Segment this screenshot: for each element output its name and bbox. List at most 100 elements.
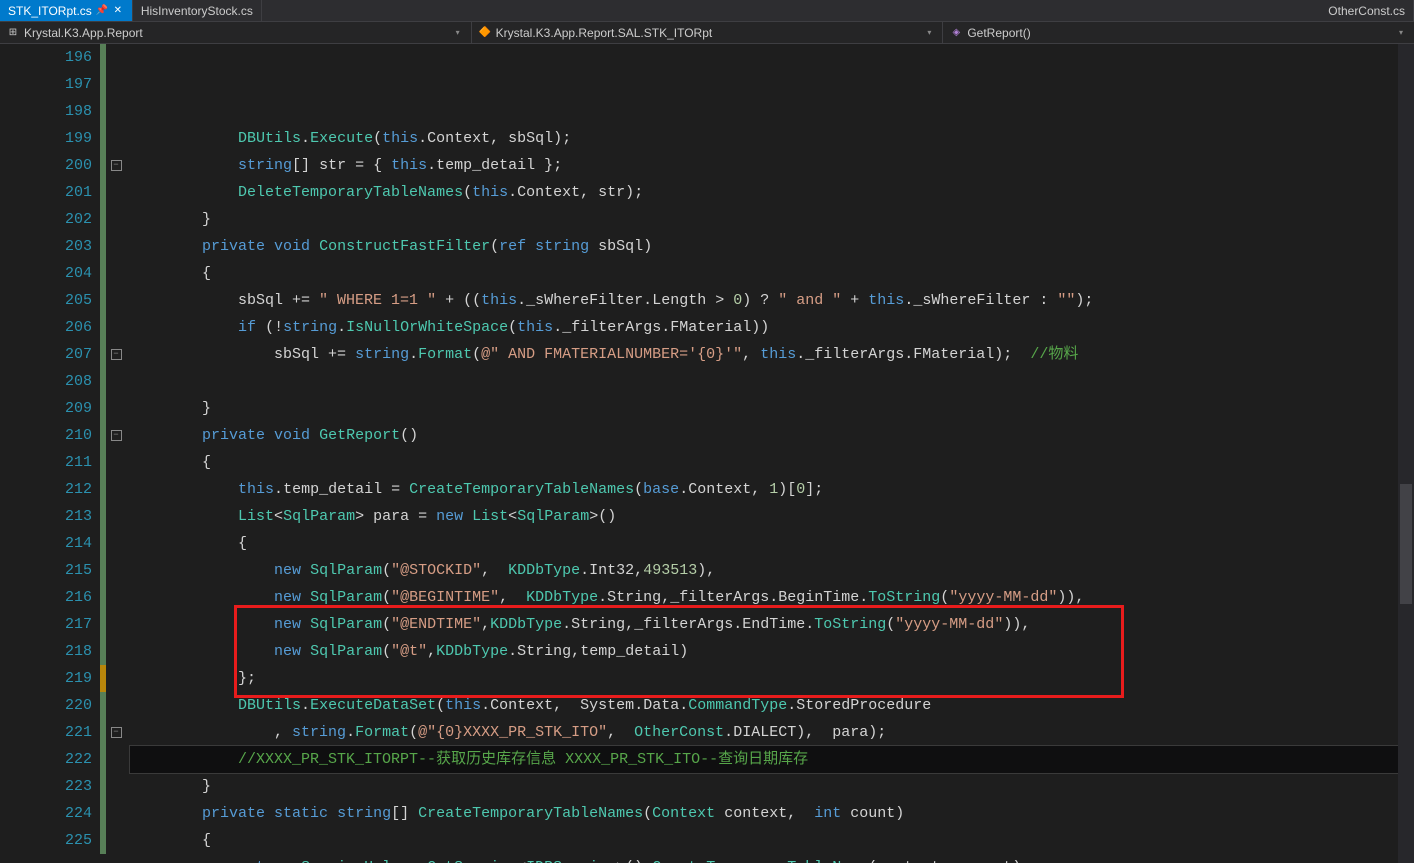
fold-toggle[interactable]: − — [111, 160, 122, 171]
scroll-thumb[interactable] — [1400, 484, 1412, 604]
code-line[interactable]: { — [130, 449, 1414, 476]
fold-cell — [106, 611, 126, 638]
fold-cell — [106, 179, 126, 206]
code-line[interactable]: private void GetReport() — [130, 422, 1414, 449]
breadcrumb-bar: ⊞ Krystal.K3.App.Report ▾ 🔶 Krystal.K3.A… — [0, 22, 1414, 44]
line-number: 199 — [0, 125, 92, 152]
fold-cell — [106, 98, 126, 125]
line-number: 198 — [0, 98, 92, 125]
code-line[interactable]: new SqlParam("@t",KDDbType.String,temp_d… — [130, 638, 1414, 665]
fold-cell — [106, 746, 126, 773]
fold-cell: − — [106, 719, 126, 746]
tab-other[interactable]: HisInventoryStock.cs — [133, 0, 262, 21]
breadcrumb-class[interactable]: 🔶 Krystal.K3.App.Report.SAL.STK_ITORpt ▾ — [472, 22, 944, 43]
line-number: 205 — [0, 287, 92, 314]
code-line[interactable]: new SqlParam("@ENDTIME",KDDbType.String,… — [130, 611, 1414, 638]
fold-cell — [106, 449, 126, 476]
line-number: 207 — [0, 341, 92, 368]
line-number: 211 — [0, 449, 92, 476]
fold-cell — [106, 530, 126, 557]
fold-toggle[interactable]: − — [111, 727, 122, 738]
code-area[interactable]: DBUtils.Execute(this.Context, sbSql); st… — [126, 44, 1414, 863]
code-line[interactable] — [130, 368, 1414, 395]
line-number: 216 — [0, 584, 92, 611]
fold-cell — [106, 233, 126, 260]
code-line[interactable]: new SqlParam("@BEGINTIME", KDDbType.Stri… — [130, 584, 1414, 611]
pin-icon[interactable]: 📌 — [96, 5, 108, 17]
line-number: 213 — [0, 503, 92, 530]
line-number: 202 — [0, 206, 92, 233]
chevron-down-icon[interactable]: ▾ — [1394, 26, 1408, 40]
code-line[interactable]: private void ConstructFastFilter(ref str… — [130, 233, 1414, 260]
code-line[interactable]: return ServiceHelper.GetService<IDBServi… — [130, 854, 1414, 863]
fold-toggle[interactable]: − — [111, 430, 122, 441]
code-line[interactable]: string[] str = { this.temp_detail }; — [130, 152, 1414, 179]
fold-cell — [106, 503, 126, 530]
fold-cell: − — [106, 341, 126, 368]
chevron-down-icon[interactable]: ▾ — [922, 26, 936, 40]
code-line[interactable]: //XXXX_PR_STK_ITORPT--获取历史库存信息 XXXX_PR_S… — [130, 746, 1414, 773]
code-line[interactable]: private static string[] CreateTemporaryT… — [130, 800, 1414, 827]
code-line[interactable]: } — [130, 773, 1414, 800]
fold-cell — [106, 584, 126, 611]
line-number: 212 — [0, 476, 92, 503]
line-number: 221 — [0, 719, 92, 746]
code-line[interactable]: DeleteTemporaryTableNames(this.Context, … — [130, 179, 1414, 206]
bc-text: GetReport() — [967, 26, 1030, 40]
fold-cell — [106, 314, 126, 341]
code-line[interactable]: { — [130, 260, 1414, 287]
breadcrumb-method[interactable]: ◈ GetReport() ▾ — [943, 22, 1414, 43]
fold-cell — [106, 692, 126, 719]
fold-cell — [106, 368, 126, 395]
breadcrumb-namespace[interactable]: ⊞ Krystal.K3.App.Report ▾ — [0, 22, 472, 43]
namespace-icon: ⊞ — [6, 26, 20, 40]
line-number: 200 — [0, 152, 92, 179]
code-line[interactable]: DBUtils.Execute(this.Context, sbSql); — [130, 125, 1414, 152]
code-line[interactable]: , string.Format(@"{0}XXXX_PR_STK_ITO", O… — [130, 719, 1414, 746]
code-line[interactable]: sbSql += string.Format(@" AND FMATERIALN… — [130, 341, 1414, 368]
fold-cell — [106, 395, 126, 422]
fold-cell — [106, 773, 126, 800]
tab-active[interactable]: STK_ITORpt.cs 📌 ✕ — [0, 0, 133, 21]
line-number-gutter: 1961971981992002012022032042052062072082… — [0, 44, 100, 863]
code-line[interactable]: { — [130, 530, 1414, 557]
code-line[interactable]: DBUtils.ExecuteDataSet(this.Context, Sys… — [130, 692, 1414, 719]
code-line[interactable]: if (!string.IsNullOrWhiteSpace(this._fil… — [130, 314, 1414, 341]
class-icon: 🔶 — [478, 26, 492, 40]
code-line[interactable]: sbSql += " WHERE 1=1 " + ((this._sWhereF… — [130, 287, 1414, 314]
code-line[interactable]: this.temp_detail = CreateTemporaryTableN… — [130, 476, 1414, 503]
fold-cell — [106, 44, 126, 71]
tab-label: HisInventoryStock.cs — [141, 4, 253, 18]
code-line[interactable]: List<SqlParam> para = new List<SqlParam>… — [130, 503, 1414, 530]
line-number: 224 — [0, 800, 92, 827]
fold-cell — [106, 206, 126, 233]
code-line[interactable]: } — [130, 395, 1414, 422]
code-line[interactable]: new SqlParam("@STOCKID", KDDbType.Int32,… — [130, 557, 1414, 584]
code-line[interactable]: }; — [130, 665, 1414, 692]
close-icon[interactable]: ✕ — [112, 5, 124, 17]
chevron-down-icon[interactable]: ▾ — [451, 26, 465, 40]
tab-right[interactable]: OtherConst.cs — [1320, 0, 1414, 21]
fold-cell — [106, 827, 126, 854]
line-number: 220 — [0, 692, 92, 719]
line-number: 210 — [0, 422, 92, 449]
line-number: 225 — [0, 827, 92, 854]
line-number: 203 — [0, 233, 92, 260]
line-number: 214 — [0, 530, 92, 557]
line-number: 206 — [0, 314, 92, 341]
fold-toggle[interactable]: − — [111, 349, 122, 360]
code-editor[interactable]: 1961971981992002012022032042052062072082… — [0, 44, 1414, 863]
fold-cell — [106, 71, 126, 98]
line-number: 215 — [0, 557, 92, 584]
vertical-scrollbar[interactable] — [1398, 44, 1414, 863]
code-line[interactable]: } — [130, 206, 1414, 233]
code-line[interactable]: { — [130, 827, 1414, 854]
fold-cell — [106, 665, 126, 692]
line-number: 217 — [0, 611, 92, 638]
fold-cell — [106, 260, 126, 287]
fold-cell — [106, 557, 126, 584]
line-number: 204 — [0, 260, 92, 287]
fold-cell: − — [106, 422, 126, 449]
fold-cell: − — [106, 152, 126, 179]
line-number: 209 — [0, 395, 92, 422]
